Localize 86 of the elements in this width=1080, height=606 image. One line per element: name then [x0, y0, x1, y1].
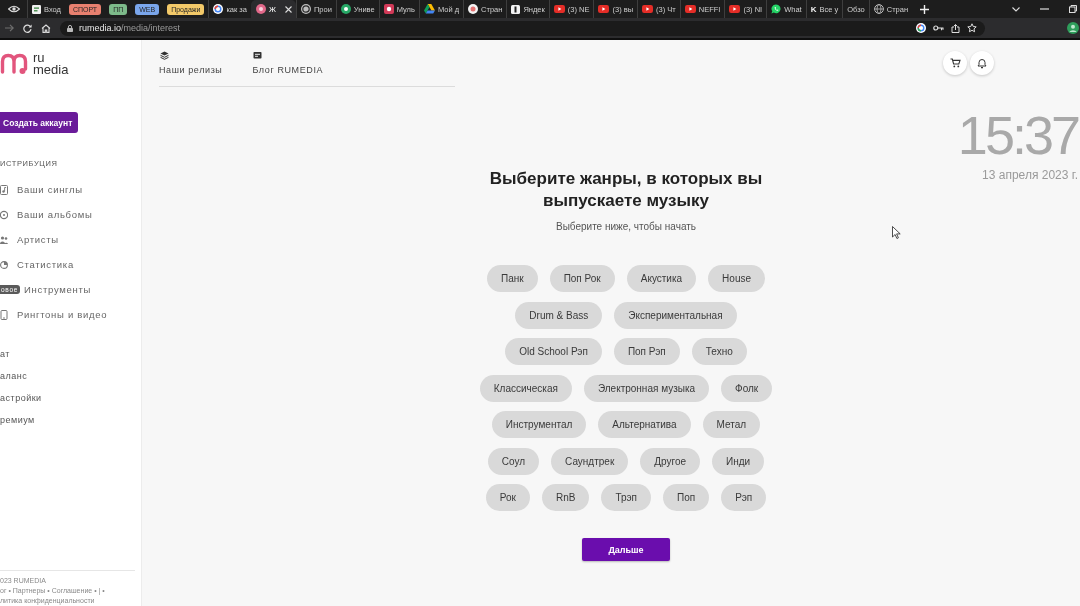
genre-chip[interactable]: House	[708, 265, 765, 292]
genre-chip[interactable]: Экспериментальная	[614, 301, 737, 329]
clock-time: 15:37	[957, 110, 1078, 160]
genre-chip[interactable]: Трэп	[601, 484, 652, 511]
music-file-icon	[0, 184, 8, 195]
sidebar-item[interactable]: Ваши альбомы	[0, 202, 93, 227]
nav-tab[interactable]: Наши релизы	[159, 51, 223, 76]
genre-chip[interactable]: Классическая	[479, 374, 572, 402]
globe-icon	[873, 4, 884, 14]
home-icon[interactable]	[41, 23, 51, 33]
triangle-icon	[423, 4, 435, 14]
chevron-down-icon[interactable]	[1012, 6, 1020, 12]
genre-chip[interactable]: Акустика	[626, 265, 697, 292]
circle-icon	[340, 4, 351, 14]
document-icon	[32, 4, 41, 14]
clock-date: 13 апреля 2023 г.	[982, 168, 1078, 182]
address-field[interactable]: rumedia.io/media/interest	[60, 20, 985, 36]
genre-chip[interactable]: Другое	[640, 447, 701, 475]
genre-chip[interactable]: Old School Рэп	[505, 338, 602, 365]
genre-chip[interactable]: Поп	[663, 484, 710, 511]
circle-icon	[256, 4, 266, 14]
create-account-button[interactable]: Создать аккаунт	[0, 112, 78, 133]
pie-chart-icon	[0, 259, 8, 270]
sidebar-item[interactable]: Артисты	[0, 227, 59, 252]
genre-chip[interactable]: Техно	[691, 338, 747, 365]
page-subtitle: Выберите ниже, чтобы начать	[555, 221, 696, 233]
circle-icon	[468, 4, 479, 14]
sidebar-item[interactable]: Ваши синглы	[0, 177, 83, 202]
play-icon	[684, 5, 696, 13]
avatar-icon[interactable]	[1067, 22, 1079, 34]
card-icon	[253, 51, 263, 60]
sidebar-item[interactable]: Рингтоны и видео	[0, 302, 108, 327]
people-icon	[0, 234, 8, 245]
genre-chip[interactable]: Drum & Bass	[515, 301, 603, 329]
play-icon	[553, 5, 565, 13]
maximize-icon[interactable]	[1069, 5, 1077, 13]
logo-text: ru media	[33, 52, 69, 76]
genre-chip[interactable]: Электронная музыка	[583, 374, 710, 402]
genre-chip[interactable]: Поп Рок	[549, 265, 615, 292]
reload-icon[interactable]	[23, 23, 32, 33]
mouse-cursor-icon	[892, 226, 901, 239]
cart-button[interactable]	[943, 51, 967, 75]
play-icon	[729, 5, 741, 13]
key-icon[interactable]	[933, 25, 944, 31]
nav-tab[interactable]: Блог RUMEDIA	[252, 51, 324, 76]
sidebar-link[interactable]: ремиум	[0, 409, 35, 431]
genre-chip[interactable]: RnB	[541, 484, 590, 511]
square-icon	[383, 4, 394, 14]
page-title: Выберите жанры, в которых вы выпускаете музыку	[488, 168, 764, 212]
genre-chip[interactable]: Панк	[486, 265, 538, 292]
sidebar-link[interactable]: ат	[0, 343, 10, 365]
play-icon	[642, 5, 654, 13]
genre-chip[interactable]: Альтернатива	[598, 411, 691, 438]
logo-letter: K	[810, 4, 817, 14]
genre-chip[interactable]: Рок	[485, 484, 530, 511]
next-button[interactable]: Дальше	[582, 538, 670, 561]
cart-icon	[949, 58, 961, 68]
genre-chip[interactable]: Поп Рэп	[613, 338, 680, 365]
layers-icon	[160, 51, 169, 60]
ring-icon[interactable]	[916, 23, 926, 33]
genre-chip[interactable]: Рэп	[721, 484, 767, 511]
lock-icon	[67, 24, 73, 32]
forward-icon[interactable]	[5, 24, 14, 32]
bell-icon	[977, 57, 987, 69]
ring-icon	[300, 4, 311, 14]
sidebar-link[interactable]: астройки	[0, 387, 42, 409]
genre-chip[interactable]: Саундтрек	[551, 447, 629, 475]
close-icon[interactable]	[284, 5, 292, 13]
sidebar-item[interactable]: Статистика	[0, 252, 74, 277]
sidebar-link[interactable]: аланс	[0, 365, 28, 387]
plus-icon[interactable]	[920, 4, 930, 14]
share-icon[interactable]	[951, 23, 960, 33]
logo-icon[interactable]	[0, 52, 28, 76]
ring-icon	[213, 4, 224, 14]
eye-icon	[8, 5, 20, 13]
chat-bubble-icon	[771, 4, 782, 14]
star-icon[interactable]	[967, 23, 977, 33]
genre-chip[interactable]: Соул	[487, 447, 540, 475]
genre-chip[interactable]: Инди	[712, 447, 765, 475]
genre-chip[interactable]: Метал	[702, 411, 761, 438]
square-icon	[511, 4, 521, 14]
url-text: rumedia.io/media/interest	[79, 23, 181, 33]
phone-icon	[0, 309, 8, 320]
genre-chip[interactable]: Инструментал	[491, 411, 587, 438]
genre-chip[interactable]: Фолк	[721, 374, 773, 402]
play-icon	[598, 5, 610, 13]
